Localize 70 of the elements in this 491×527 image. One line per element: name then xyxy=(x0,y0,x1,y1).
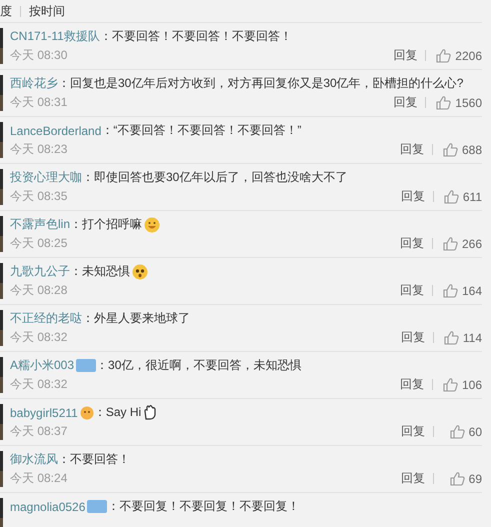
thumbs-up-icon[interactable] xyxy=(436,48,452,63)
like-count: 688 xyxy=(462,142,482,156)
thumbs-up-icon[interactable] xyxy=(444,189,459,204)
comment-time: 今天 08:25 xyxy=(10,235,68,252)
comment-time: 今天 08:23 xyxy=(10,141,68,158)
sort-tab[interactable]: 按时间 xyxy=(29,2,65,20)
user-name-link[interactable]: 投资心理大咖 xyxy=(10,169,82,186)
like-count: 266 xyxy=(462,236,482,250)
like-count: 69 xyxy=(468,472,482,486)
comment-text: ：即使回答也要30亿年以后了，回答也没啥大不了 xyxy=(82,169,348,186)
comment-time: 今天 08:30 xyxy=(10,47,68,64)
user-name-link[interactable]: 御水流风 xyxy=(10,451,58,468)
badge-icon xyxy=(87,500,108,513)
comment-text: ：外星人要来地球了 xyxy=(82,310,190,327)
reply-link[interactable]: 回复 xyxy=(400,329,425,346)
comment-text: ：未知恐惧 xyxy=(70,263,130,280)
thumbs-up-icon[interactable] xyxy=(450,471,465,486)
like-count: 114 xyxy=(462,330,482,344)
user-name-link[interactable]: 不正经的老哒 xyxy=(10,310,82,327)
shocked-emoji-icon xyxy=(132,264,148,280)
thumbs-up-icon[interactable] xyxy=(444,330,459,345)
like-count: 611 xyxy=(462,190,482,204)
comment-text: ：打个招呼嘛 xyxy=(70,216,142,233)
comment-text: ：Say Hi xyxy=(94,404,142,421)
badge-icon xyxy=(76,359,96,372)
reply-link[interactable]: 回复 xyxy=(400,376,424,393)
comment-text: ：不要回答！不要回答！不要回答！ xyxy=(100,28,292,45)
like-count: 106 xyxy=(462,378,482,392)
comment-time: 今天 08:24 xyxy=(10,470,68,487)
comment-text: ：“不要回答！不要回答！不要回答！” xyxy=(101,122,302,139)
user-name-link[interactable]: 西岭花乡 xyxy=(10,75,58,92)
thumbs-up-icon[interactable] xyxy=(442,377,458,392)
reply-link[interactable]: 回复 xyxy=(393,47,418,64)
comment-time: 今天 08:35 xyxy=(10,188,68,205)
thumbs-up-icon[interactable] xyxy=(442,142,458,157)
comment-time: 今天 08:28 xyxy=(10,282,68,299)
thumbs-up-icon[interactable] xyxy=(450,424,465,439)
like-count: 2206 xyxy=(455,48,482,62)
user-name-link[interactable]: magnolia0526 xyxy=(10,500,86,514)
like-count: 60 xyxy=(468,424,482,438)
thumbs-up-icon[interactable] xyxy=(442,236,458,251)
comment-text: ：30亿，很近啊，不要回答，未知恐惧 xyxy=(96,357,302,374)
emoji-icon xyxy=(80,406,94,420)
like-count: 1560 xyxy=(455,96,482,110)
grin-emoji-icon xyxy=(144,216,160,232)
like-count: 164 xyxy=(462,284,482,298)
reply-link[interactable]: 回复 xyxy=(401,423,425,440)
user-name-link[interactable]: CN171-11救援队 xyxy=(10,28,100,45)
user-name-link[interactable]: A糯小米003 xyxy=(10,357,74,374)
reply-link[interactable]: 回复 xyxy=(401,470,425,487)
comment-text: ：不要回答！ xyxy=(58,451,130,468)
reply-link[interactable]: 回复 xyxy=(400,235,424,252)
thumbs-up-icon[interactable] xyxy=(436,95,452,110)
user-name-link[interactable]: 九歌九公子 xyxy=(10,263,70,280)
waving-hand-icon xyxy=(143,405,158,420)
sort-tab[interactable]: 度 xyxy=(0,2,12,20)
comment-time: 今天 08:32 xyxy=(10,376,68,393)
comment-time: 今天 08:37 xyxy=(10,423,68,440)
comment-text: ：回复也是30亿年后对方收到，对方再回复你又是30亿年，卧槽担的什么心? xyxy=(58,75,464,92)
comment-text: ：不要回复！不要回复！不要回复！ xyxy=(107,498,300,515)
reply-link[interactable]: 回复 xyxy=(400,282,424,299)
user-name-link[interactable]: babygirl5211 xyxy=(10,406,78,420)
comment-time: 今天 08:31 xyxy=(10,94,68,111)
reply-link[interactable]: 回复 xyxy=(400,141,424,158)
comment-time: 今天 08:32 xyxy=(10,329,68,346)
user-name-link[interactable]: 不露声色lin xyxy=(10,216,70,233)
reply-link[interactable]: 回复 xyxy=(400,188,425,205)
thumbs-up-icon[interactable] xyxy=(442,283,458,298)
user-name-link[interactable]: LanceBorderland xyxy=(10,124,102,138)
reply-link[interactable]: 回复 xyxy=(393,94,418,111)
